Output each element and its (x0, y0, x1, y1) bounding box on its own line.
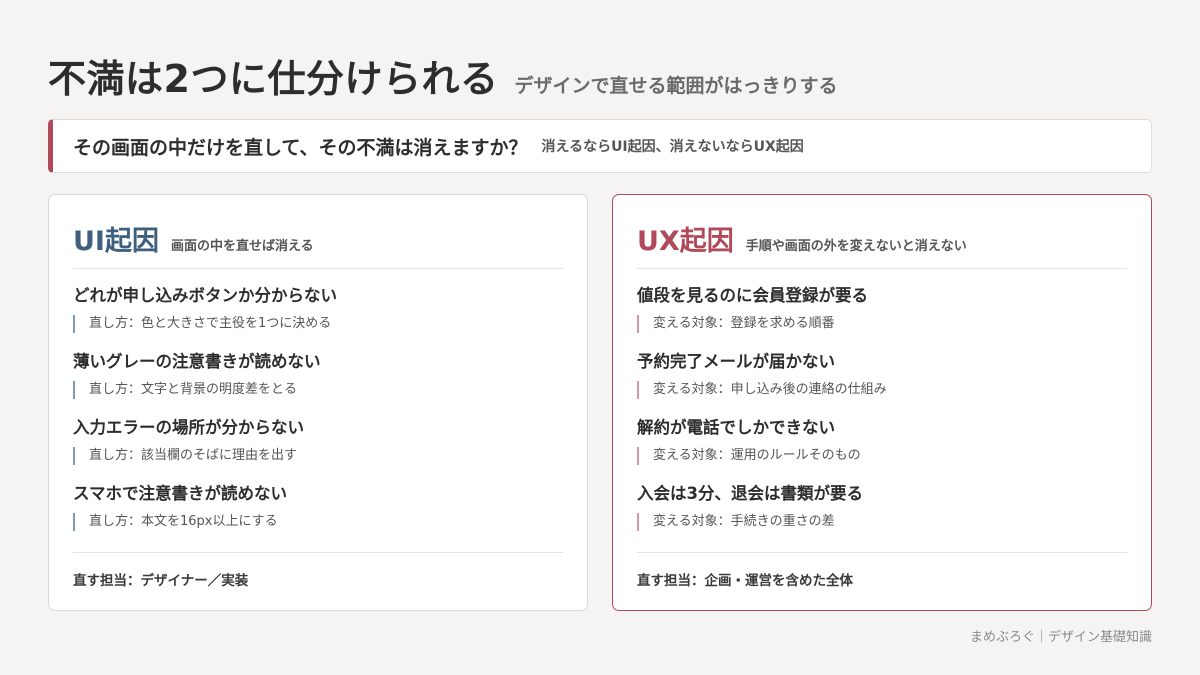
ui-card-title: UI起因 (73, 226, 159, 257)
item-title: 入会は3分、退会は書類が要る (637, 484, 863, 503)
list-item: どれが申し込みボタンか分からない 直し方：色と大きさで主役を1つに決める (73, 285, 563, 351)
item-fix: 変える対象：登録を求める順番 (637, 315, 1127, 333)
list-item: 入力エラーの場所が分からない 直し方：該当欄のそばに理由を出す (73, 417, 563, 483)
page-subtitle: デザインで直せる範囲がはっきりする (514, 75, 838, 97)
list-item: 解約が電話でしかできない 変える対象：運用のルールそのもの (637, 417, 1127, 483)
ui-item-list: どれが申し込みボタンか分からない 直し方：色と大きさで主役を1つに決める 薄いグ… (73, 269, 563, 553)
item-title: 入力エラーの場所が分からない (73, 418, 304, 437)
ui-card-description: 画面の中を直せば消える (170, 239, 314, 254)
slide: 不満は2つに仕分けられる デザインで直せる範囲がはっきりする その画面の中だけを… (0, 0, 1200, 675)
ux-item-list: 値段を見るのに会員登録が要る 変える対象：登録を求める順番 予約完了メールが届か… (637, 269, 1127, 553)
ux-card-description: 手順や画面の外を変えないと消えない (745, 239, 967, 254)
question-text: その画面の中だけを直して、その不満は消えますか？ (73, 136, 528, 159)
question-banner: その画面の中だけを直して、その不満は消えますか？ 消えるならUI起因、消えないな… (48, 119, 1152, 173)
ui-card: UI起因 画面の中を直せば消える どれが申し込みボタンか分からない 直し方：色と… (48, 194, 588, 611)
item-title: 予約完了メールが届かない (637, 352, 835, 371)
credit-text: まめぶろぐ｜デザイン基礎知識 (969, 630, 1152, 645)
item-title: どれが申し込みボタンか分からない (73, 286, 337, 305)
list-item: 入会は3分、退会は書類が要る 変える対象：手続きの重さの差 (637, 483, 1127, 549)
ui-card-header: UI起因 画面の中を直せば消える (73, 195, 563, 269)
item-title: 解約が電話でしかできない (637, 418, 835, 437)
item-fix: 直し方：文字と背景の明度差をとる (73, 381, 563, 399)
page-title: 不満は2つに仕分けられる (48, 57, 499, 101)
list-item: 予約完了メールが届かない 変える対象：申し込み後の連絡の仕組み (637, 351, 1127, 417)
question-hint: 消えるならUI起因、消えないならUX起因 (541, 139, 804, 155)
ux-card-header: UX起因 手順や画面の外を変えないと消えない (637, 195, 1127, 269)
item-fix: 変える対象：申し込み後の連絡の仕組み (637, 381, 1127, 399)
item-title: 値段を見るのに会員登録が要る (637, 286, 868, 305)
list-item: 値段を見るのに会員登録が要る 変える対象：登録を求める順番 (637, 285, 1127, 351)
list-item: 薄いグレーの注意書きが読めない 直し方：文字と背景の明度差をとる (73, 351, 563, 417)
item-title: スマホで注意書きが読めない (73, 484, 288, 503)
ux-card-title: UX起因 (637, 226, 734, 257)
item-fix: 直し方：該当欄のそばに理由を出す (73, 447, 563, 465)
item-fix: 変える対象：運用のルールそのもの (637, 447, 1127, 465)
item-fix: 直し方：本文を16px以上にする (73, 513, 563, 531)
ux-card: UX起因 手順や画面の外を変えないと消えない 値段を見るのに会員登録が要る 変え… (612, 194, 1152, 611)
ui-card-footer: 直す担当：デザイナー／実装 (73, 573, 249, 589)
header: 不満は2つに仕分けられる デザインで直せる範囲がはっきりする (48, 48, 837, 103)
item-fix: 変える対象：手続きの重さの差 (637, 513, 1127, 531)
item-fix: 直し方：色と大きさで主役を1つに決める (73, 315, 563, 333)
ux-card-footer: 直す担当：企画・運営を含めた全体 (637, 573, 853, 589)
item-title: 薄いグレーの注意書きが読めない (73, 352, 321, 371)
list-item: スマホで注意書きが読めない 直し方：本文を16px以上にする (73, 483, 563, 549)
